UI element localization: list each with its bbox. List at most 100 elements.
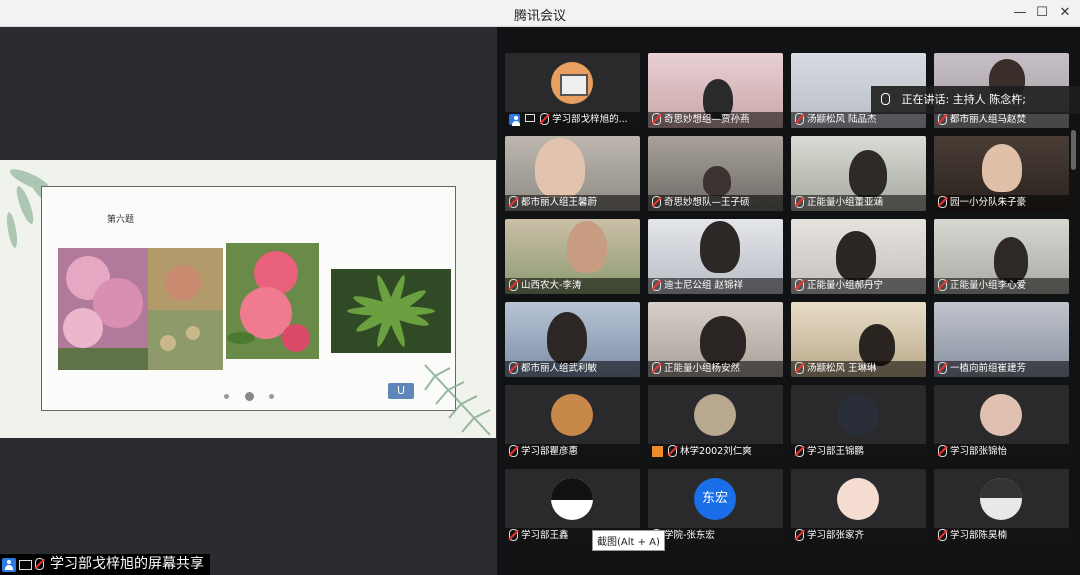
mic-muted-icon (795, 444, 804, 457)
participant-name: 汤颛松风 王琳琳 (791, 361, 926, 377)
shared-screen-pane[interactable]: 第六题 U 学习部戈梓旭的屏幕共享 (0, 27, 497, 575)
mic-muted-icon (652, 112, 661, 125)
participant-tile[interactable]: 迪士尼公组 赵锦祥 (648, 219, 783, 294)
participant-tile[interactable]: 园一小分队朱子豪 (934, 136, 1069, 211)
mic-muted-icon (938, 278, 947, 291)
participant-tile[interactable]: 正能量小组董亚涵 (791, 136, 926, 211)
mic-muted-icon (652, 361, 661, 374)
screen-share-icon (19, 559, 32, 570)
mic-muted-icon (509, 278, 518, 291)
avatar (837, 478, 879, 520)
slide-dot-3[interactable] (269, 394, 274, 399)
mic-muted-icon (795, 528, 804, 541)
participant-name: 都市丽人组武利敏 (505, 361, 640, 377)
leaves-photo (331, 269, 451, 353)
participant-tile[interactable]: 奇思妙想队—王子硕 (648, 136, 783, 211)
participant-tile[interactable]: 学习部瞿彦惠 (505, 385, 640, 460)
avatar (980, 478, 1022, 520)
minimize-icon[interactable]: — (1010, 3, 1030, 23)
mic-muted-icon (795, 278, 804, 291)
maximize-icon[interactable]: ☐ (1032, 3, 1052, 23)
avatar: 东宏 (694, 478, 736, 520)
participant-name: 学习部瞿彦惠 (505, 444, 640, 460)
participant-name: 学习部张锦怡 (934, 444, 1069, 460)
participant-tile[interactable]: 山西农大-李涛 (505, 219, 640, 294)
participant-name: 学习部陈昊楠 (934, 528, 1069, 544)
screen-share-label: 学习部戈梓旭的屏幕共享 (0, 554, 210, 575)
slide-frame: 第六题 U (41, 186, 456, 411)
participant-tile[interactable]: 汤颛松风 王琳琳 (791, 302, 926, 377)
mic-muted-icon (795, 112, 804, 125)
slide-title: 第六题 (107, 215, 135, 225)
participant-name: 园一小分队朱子豪 (934, 195, 1069, 211)
participant-name: 学习部戈梓旭的... (505, 112, 640, 128)
window-title: 腾讯会议 (513, 9, 566, 24)
participant-tile[interactable]: 正能量小组杨安然 (648, 302, 783, 377)
mic-muted-icon (795, 361, 804, 374)
screen-share-text: 学习部戈梓旭的屏幕共享 (50, 556, 204, 572)
mic-muted-icon (938, 112, 947, 125)
speaking-indicator: 正在讲话: 主持人 陈念杵; (871, 86, 1080, 114)
user-icon (652, 446, 663, 457)
mic-muted-icon (652, 278, 661, 291)
participant-tile[interactable]: 奇思妙想组—贾孙燕 (648, 53, 783, 128)
slide-nav-button[interactable]: U (388, 383, 414, 399)
screenshot-tooltip: 截图(Alt + A) (592, 530, 665, 551)
speaking-text: 正在讲话: 主持人 陈念杵; (901, 93, 1026, 106)
avatar (837, 394, 879, 436)
participant-name: 正能量小组李心爱 (934, 278, 1069, 294)
mic-muted-icon (509, 361, 518, 374)
slide-dot-2[interactable] (245, 392, 254, 401)
participant-tile[interactable]: 学习部张锦怡 (934, 385, 1069, 460)
title-bar: 腾讯会议 — ☐ ✕ (0, 0, 1080, 27)
slide-dot-1[interactable] (224, 394, 229, 399)
mic-muted-icon (938, 444, 947, 457)
avatar (551, 394, 593, 436)
participant-name: 奇思妙想队—王子硕 (648, 195, 783, 211)
participant-name: 正能量小组董亚涵 (791, 195, 926, 211)
participant-tile[interactable]: 正能量小组李心爱 (934, 219, 1069, 294)
participant-tile[interactable]: 学习部张家齐 (791, 469, 926, 544)
participant-tile[interactable]: 学习部戈梓旭的... (505, 53, 640, 128)
avatar (551, 62, 593, 104)
participant-tile[interactable]: 都市丽人组王馨蔚 (505, 136, 640, 211)
host-icon (509, 114, 520, 126)
mic-muted-icon (35, 557, 44, 570)
mic-muted-icon (509, 444, 518, 457)
user-icon (2, 557, 16, 572)
participant-name: 都市丽人组王馨蔚 (505, 195, 640, 211)
screen-share-icon (525, 114, 536, 122)
mic-muted-icon (938, 195, 947, 208)
mic-muted-icon (938, 528, 947, 541)
participant-name: 一植向前组崔建芳 (934, 361, 1069, 377)
participant-name: 迪士尼公组 赵锦祥 (648, 278, 783, 294)
avatar (551, 478, 593, 520)
participant-name: 林学2002刘仁爽 (648, 444, 783, 460)
mic-muted-icon (652, 195, 661, 208)
shared-slide: 第六题 U (0, 160, 496, 438)
mic-muted-icon (668, 444, 678, 457)
flower-photo (226, 243, 319, 359)
participant-name: 汤颛松风 陆品杰 (791, 112, 926, 128)
avatar (980, 394, 1022, 436)
participant-name: 奇思妙想组—贾孙燕 (648, 112, 783, 128)
avatar (694, 394, 736, 436)
participant-tile[interactable]: 林学2002刘仁爽 (648, 385, 783, 460)
mic-muted-icon (540, 112, 550, 125)
participant-tile[interactable]: 正能量小组郝丹宁 (791, 219, 926, 294)
gallery-scrollbar[interactable] (1071, 130, 1076, 170)
participant-name: 山西农大-李涛 (505, 278, 640, 294)
mic-muted-icon (795, 195, 804, 208)
participant-tile[interactable]: 学习部王锦鹏 (791, 385, 926, 460)
mic-icon (881, 93, 890, 105)
blossom-photo (58, 248, 223, 370)
close-icon[interactable]: ✕ (1055, 3, 1075, 23)
participant-tile[interactable]: 学习部陈昊楠 (934, 469, 1069, 544)
fern-decoration-icon (424, 364, 491, 436)
participant-name: 学习部王锦鹏 (791, 444, 926, 460)
participant-tile[interactable]: 东宏 学院-张东宏 (648, 469, 783, 544)
participant-tile[interactable]: 一植向前组崔建芳 (934, 302, 1069, 377)
participant-tile[interactable]: 都市丽人组武利敏 (505, 302, 640, 377)
participant-name: 学院-张东宏 (648, 528, 783, 544)
participant-name: 学习部张家齐 (791, 528, 926, 544)
